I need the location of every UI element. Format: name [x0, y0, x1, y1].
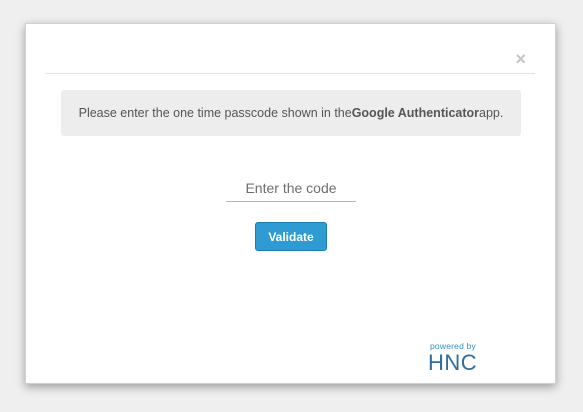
- notice-text-before: Please enter the one time passcode shown…: [78, 106, 352, 120]
- header-divider: [46, 73, 535, 74]
- passcode-input[interactable]: [226, 175, 356, 202]
- close-icon[interactable]: ×: [515, 50, 526, 68]
- instruction-notice: Please enter the one time passcode shown…: [61, 90, 521, 136]
- notice-app-name: Google Authenticator: [351, 106, 480, 120]
- notice-text-after: app.: [479, 106, 504, 120]
- powered-by-logo: powered by HNC: [428, 342, 488, 374]
- hnc-logo: HNC: [428, 349, 478, 375]
- authenticator-dialog: × Please enter the one time passcode sho…: [25, 23, 556, 384]
- validate-button[interactable]: Validate: [255, 222, 327, 251]
